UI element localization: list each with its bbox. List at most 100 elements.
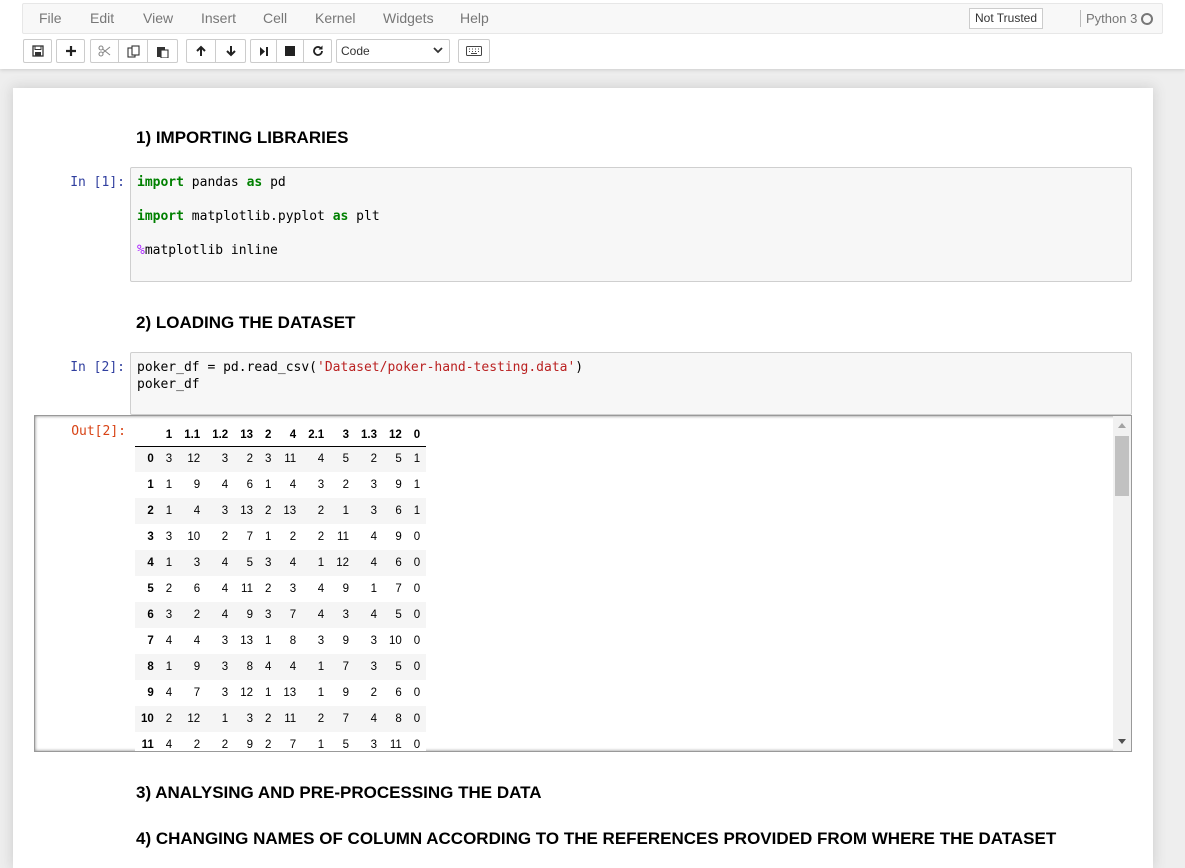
scrollbar-thumb[interactable] — [1115, 436, 1129, 496]
table-row: 0 3 12 3 2 3 11 4 5 2 5 1 — [135, 446, 427, 472]
table-cell: 5 — [246, 557, 253, 569]
column-header: 0 — [407, 426, 427, 447]
table-cell: 13 — [283, 687, 297, 699]
row-index: 10 — [141, 713, 154, 725]
table-cell: 3 — [342, 609, 349, 621]
table-cell: 2 — [221, 531, 229, 543]
table-cell: 3 — [317, 479, 325, 491]
table-cell: 7 — [342, 661, 349, 673]
table-row: 4 1 3 4 5 3 4 1 12 4 6 0 — [135, 550, 427, 576]
table-cell: 2 — [265, 739, 272, 751]
table-cell: 0 — [413, 687, 421, 699]
table-cell: 11 — [284, 453, 297, 466]
menu-edit[interactable]: Edit — [90, 4, 114, 33]
code-line: import matplotlib.pyplot as plt — [137, 209, 380, 224]
code-cell-1[interactable]: import pandas as pd import matplotlib.py… — [130, 167, 1132, 282]
table-cell: 2 — [221, 739, 229, 751]
output-area-scrolled[interactable]: Out[2]: 1 1.1 1.2 13 2 4 2.1 3 1.3 12 0 0 3 12 3 2 3 11 4… — [34, 415, 1132, 752]
table-cell: 3 — [221, 687, 229, 699]
move-down-button[interactable] — [216, 39, 246, 63]
code-line: poker_df = pd.read_csv('Dataset/poker-ha… — [137, 360, 584, 375]
cell-type-select[interactable]: Code — [336, 39, 450, 63]
table-cell: 2 — [317, 531, 325, 543]
menu-help[interactable]: Help — [460, 4, 489, 33]
table-row: 2 1 4 3 13 2 13 2 1 3 6 1 — [135, 498, 427, 524]
table-cell: 3 — [221, 505, 229, 517]
stop-icon — [285, 46, 295, 56]
move-up-button[interactable] — [186, 39, 216, 63]
scroll-up-icon[interactable] — [1118, 423, 1126, 428]
menu-cell[interactable]: Cell — [263, 4, 287, 33]
row-index: 4 — [147, 557, 154, 569]
copy-button[interactable] — [119, 39, 148, 63]
row-index: 2 — [147, 505, 154, 517]
menu-view[interactable]: View — [143, 4, 173, 33]
row-index: 11 — [141, 739, 154, 751]
table-cell: 1 — [165, 557, 173, 569]
table-cell: 13 — [240, 635, 253, 647]
command-palette-button[interactable] — [458, 39, 490, 63]
table-cell: 6 — [246, 479, 253, 491]
dataframe-body: 0 3 12 3 2 3 11 4 5 2 5 1 1 1 9 4 6 1 4 3 2 3 9 1 2 1 4 3 13 2 13 2 1 3 6 1… — [135, 446, 427, 751]
table-cell: 1 — [370, 583, 377, 595]
table-cell: 4 — [165, 687, 173, 699]
table-cell: 7 — [342, 713, 349, 725]
notebook-header: File Edit View Insert Cell Kernel Widget… — [0, 0, 1185, 69]
row-index: 0 — [147, 453, 154, 466]
save-button[interactable] — [23, 39, 52, 63]
arrow-down-icon — [225, 46, 236, 57]
menu-file[interactable]: File — [39, 4, 62, 33]
column-header: 13 — [234, 426, 259, 447]
scroll-down-icon[interactable] — [1118, 739, 1126, 744]
insert-cell-button[interactable] — [56, 39, 85, 63]
table-cell: 5 — [395, 609, 402, 621]
menu-kernel[interactable]: Kernel — [315, 4, 355, 33]
table-cell: 6 — [395, 505, 402, 517]
table-cell: 2 — [289, 531, 297, 543]
table-row: 9 4 7 3 12 1 13 1 9 2 6 0 — [135, 680, 427, 706]
table-cell: 1 — [413, 505, 421, 517]
row-index: 5 — [147, 583, 154, 595]
table-cell: 1 — [413, 453, 421, 466]
table-cell: 4 — [370, 713, 377, 725]
cut-button[interactable] — [90, 39, 119, 63]
table-cell: 3 — [289, 583, 297, 595]
code-cell-2[interactable]: poker_df = pd.read_csv('Dataset/poker-ha… — [130, 352, 1132, 415]
save-icon — [31, 45, 44, 57]
run-button[interactable] — [250, 39, 277, 63]
code-line: import pandas as pd — [137, 175, 286, 190]
table-cell: 2 — [342, 479, 349, 491]
table-row: 7 4 4 3 13 1 8 3 9 3 10 0 — [135, 628, 427, 654]
table-cell: 9 — [395, 531, 402, 543]
arrow-up-icon — [196, 45, 206, 56]
paste-button[interactable] — [148, 39, 178, 63]
table-cell: 7 — [289, 739, 297, 751]
kernel-idle-icon — [1141, 13, 1153, 25]
trust-indicator-button[interactable]: Not Trusted — [969, 8, 1044, 29]
restart-button[interactable] — [304, 39, 332, 63]
output-scrollbar[interactable] — [1113, 416, 1131, 751]
table-cell: 6 — [193, 583, 201, 595]
kernel-divider — [1080, 10, 1081, 27]
table-cell: 2 — [265, 505, 272, 517]
menu-insert[interactable]: Insert — [201, 4, 236, 33]
table-cell: 4 — [370, 531, 377, 543]
row-index: 8 — [147, 661, 154, 673]
table-cell: 3 — [221, 661, 229, 673]
table-cell: 1 — [165, 505, 173, 517]
table-cell: 1 — [221, 713, 229, 725]
interrupt-button[interactable] — [277, 39, 304, 63]
table-cell: 3 — [370, 479, 377, 491]
table-cell: 0 — [413, 557, 421, 569]
menubar: File Edit View Insert Cell Kernel Widget… — [22, 3, 1163, 34]
plus-icon — [65, 46, 76, 56]
menu-widgets[interactable]: Widgets — [383, 4, 434, 33]
row-index: 1 — [147, 479, 154, 491]
row-index: 7 — [147, 635, 154, 647]
table-cell: 0 — [413, 739, 421, 751]
table-cell: 0 — [413, 713, 421, 725]
table-cell: 9 — [342, 583, 349, 595]
table-cell: 11 — [389, 739, 402, 751]
table-cell: 10 — [389, 635, 402, 647]
table-cell: 13 — [240, 505, 253, 517]
